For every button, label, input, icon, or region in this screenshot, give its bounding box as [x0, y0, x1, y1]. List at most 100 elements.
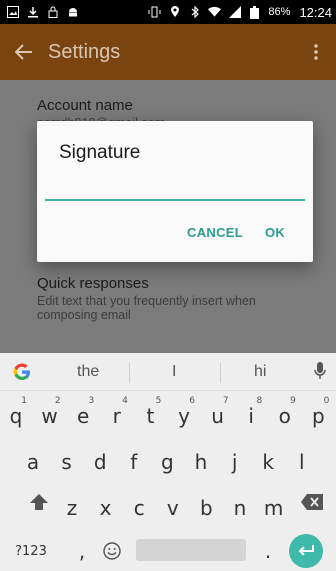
key-hint: 3: [88, 396, 95, 406]
key-h[interactable]: h: [185, 437, 217, 481]
key-o[interactable]: o9: [269, 391, 301, 435]
pref-title: Quick responses: [37, 275, 149, 292]
key-c[interactable]: c: [123, 483, 155, 527]
key-label: n: [233, 496, 247, 520]
backspace-key[interactable]: [296, 480, 328, 524]
key-label: l: [299, 450, 305, 474]
cancel-button[interactable]: CANCEL: [187, 225, 243, 240]
key-hint: 2: [54, 396, 61, 406]
key-i[interactable]: i8: [235, 391, 267, 435]
image-notification-icon: [6, 6, 19, 19]
key-label: c: [133, 496, 145, 520]
app-bar: Settings: [0, 24, 336, 80]
space-bar[interactable]: [136, 539, 246, 561]
key-label: f: [130, 450, 138, 474]
bluetooth-icon: [188, 6, 201, 19]
pref-summary: Edit text that you frequently insert whe…: [37, 294, 256, 322]
key-label: d: [93, 450, 107, 474]
key-q[interactable]: q1: [0, 391, 32, 435]
key-p[interactable]: p0: [302, 391, 334, 435]
suggestion-2[interactable]: I: [172, 363, 176, 381]
battery-percentage: 86%: [268, 6, 291, 18]
key-hint: 9: [290, 396, 296, 406]
suggestion-divider: [220, 363, 221, 383]
key-hint: 4: [122, 396, 128, 406]
key-label: y: [178, 404, 190, 428]
key-label: m: [263, 496, 284, 520]
key-g[interactable]: g: [151, 437, 183, 481]
microphone-icon[interactable]: [314, 362, 326, 385]
key-s[interactable]: s: [51, 437, 83, 481]
google-g-icon[interactable]: [0, 362, 44, 382]
period-key[interactable]: .: [252, 529, 284, 571]
key-k[interactable]: k: [252, 437, 284, 481]
signature-input[interactable]: [45, 177, 305, 201]
key-z[interactable]: z: [56, 483, 88, 527]
key-y[interactable]: y6: [168, 391, 200, 435]
key-label: x: [99, 496, 112, 520]
wifi-icon: [208, 6, 222, 19]
key-label: w: [41, 404, 58, 428]
key-label: a: [26, 450, 40, 474]
pref-title: Account name: [37, 97, 133, 114]
key-hint: 8: [256, 396, 263, 406]
key-a[interactable]: a: [17, 437, 49, 481]
clock: 12:24: [299, 4, 332, 20]
pref-quick-responses[interactable]: Quick responses Edit text that you frequ…: [37, 275, 287, 322]
key-m[interactable]: m: [258, 483, 290, 527]
key-label: h: [194, 450, 208, 474]
key-label: k: [262, 450, 274, 474]
dialog-title: Signature: [59, 142, 141, 163]
key-e[interactable]: e3: [67, 391, 99, 435]
key-label: t: [146, 404, 155, 428]
battery-icon: [248, 5, 261, 19]
lock-icon: [46, 6, 59, 19]
suggestion-1[interactable]: the: [77, 363, 99, 381]
key-label: p: [312, 404, 325, 428]
key-label: u: [211, 404, 224, 428]
key-x[interactable]: x: [90, 483, 122, 527]
key-f[interactable]: f: [118, 437, 150, 481]
key-label: v: [166, 496, 179, 520]
key-hint: 5: [155, 396, 162, 406]
key-d[interactable]: d: [84, 437, 116, 481]
key-b[interactable]: b: [190, 483, 222, 527]
key-label: s: [61, 450, 72, 474]
soft-keyboard: the I hi q1w2e3r4t5y6u7i8o9p0asdfghjklzx…: [0, 353, 336, 571]
overflow-menu-icon[interactable]: [296, 44, 336, 60]
key-j[interactable]: j: [219, 437, 251, 481]
key-label: r: [112, 404, 121, 428]
key-n[interactable]: n: [224, 483, 256, 527]
page-title: Settings: [48, 40, 121, 63]
back-arrow-icon[interactable]: [0, 24, 48, 80]
key-l[interactable]: l: [286, 437, 318, 481]
key-label: o: [278, 404, 291, 428]
suggestion-strip: the I hi: [0, 353, 336, 391]
key-w[interactable]: w2: [34, 391, 66, 435]
symbols-key[interactable]: ?123: [8, 529, 54, 571]
key-hint: 1: [21, 396, 27, 406]
key-v[interactable]: v: [157, 483, 189, 527]
key-r[interactable]: r4: [101, 391, 133, 435]
status-bar: 86% 12:24: [0, 0, 336, 24]
key-t[interactable]: t5: [134, 391, 166, 435]
suggestion-3[interactable]: hi: [254, 363, 266, 381]
key-u[interactable]: u7: [202, 391, 234, 435]
key-hint: 0: [323, 396, 330, 406]
location-icon: [168, 6, 181, 19]
enter-key[interactable]: [289, 534, 323, 568]
key-label: g: [161, 450, 174, 474]
key-label: b: [200, 496, 213, 520]
key-label: j: [231, 450, 238, 474]
signature-dialog: Signature CANCEL OK: [37, 121, 313, 262]
ok-button[interactable]: OK: [265, 225, 285, 240]
shift-key[interactable]: [23, 480, 55, 524]
suggestion-divider: [129, 363, 130, 383]
key-label: z: [66, 496, 78, 520]
key-label: e: [77, 404, 90, 428]
android-icon: [66, 6, 79, 19]
comma-key[interactable]: ,: [66, 529, 98, 571]
emoji-key[interactable]: [96, 529, 128, 571]
key-hint: 6: [189, 396, 195, 406]
download-icon: [26, 6, 39, 19]
